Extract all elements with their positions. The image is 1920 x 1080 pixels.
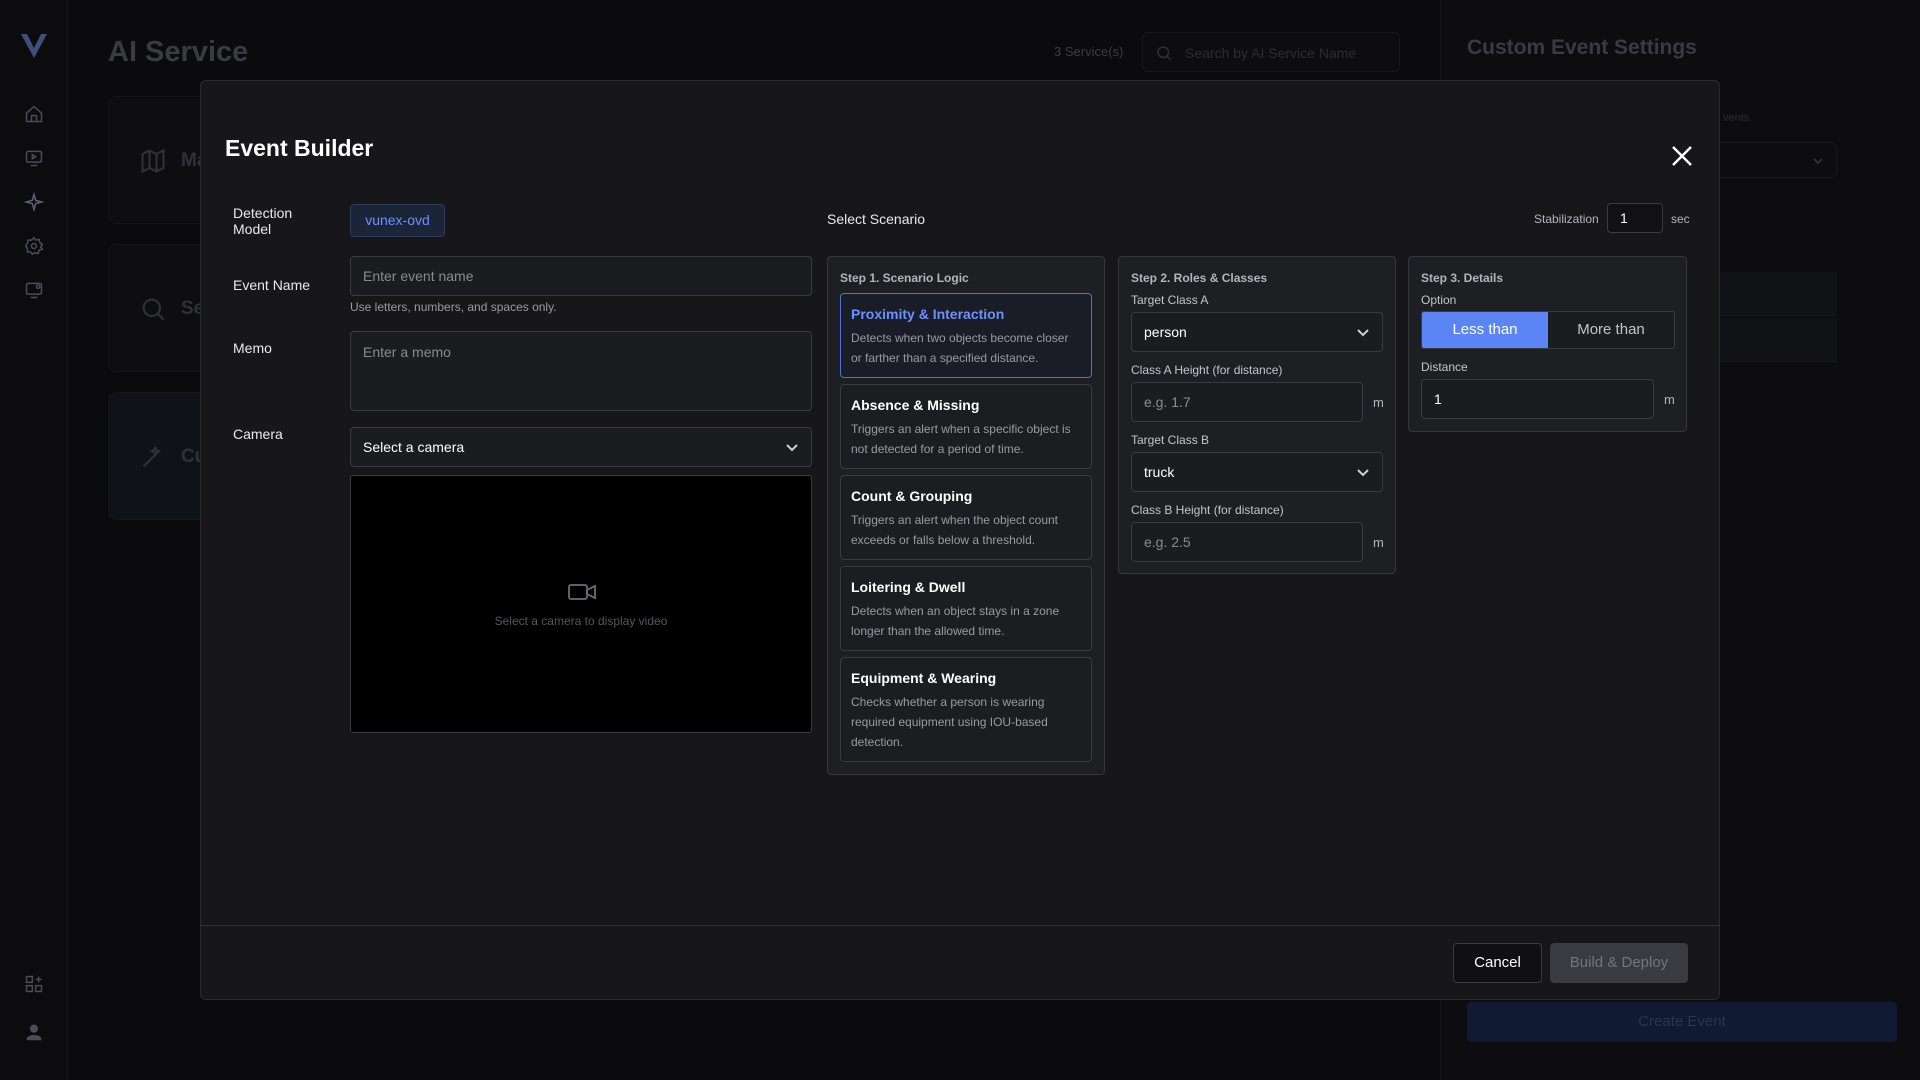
panel-title: Custom Event Settings — [1467, 36, 1697, 59]
chevron-down-icon — [1357, 469, 1369, 477]
magic-wand-icon — [139, 443, 167, 471]
scenario-title: Count & Grouping — [851, 488, 973, 504]
close-icon — [1672, 146, 1692, 166]
build-deploy-button[interactable]: Build & Deploy — [1550, 943, 1688, 983]
service-count: 3 Service(s) — [1054, 44, 1124, 59]
class-a-height-input[interactable] — [1131, 382, 1363, 422]
class-b-value: truck — [1144, 464, 1175, 480]
camera-select[interactable]: Select a camera — [350, 427, 812, 467]
step1-panel: Step 1. Scenario Logic Proximity & Inter… — [827, 256, 1105, 775]
class-b-label: Target Class B — [1131, 433, 1210, 447]
scenario-description: Triggers an alert when the object count … — [851, 513, 1059, 547]
step3-panel: Step 3. Details Option Less than More th… — [1408, 256, 1687, 432]
scenario-title: Proximity & Interaction — [851, 306, 1005, 322]
scenario-title: Loitering & Dwell — [851, 579, 966, 595]
scenario-count-card[interactable]: Count & Grouping Triggers an alert when … — [840, 475, 1092, 560]
step3-title: Step 3. Details — [1421, 271, 1504, 285]
stabilization-input[interactable] — [1607, 203, 1663, 233]
sidebar — [0, 0, 68, 1080]
scenario-description: Detects when two objects become closer o… — [851, 331, 1069, 365]
video-camera-icon — [568, 582, 596, 602]
class-b-select[interactable]: truck — [1131, 452, 1383, 492]
scenario-equipment-card[interactable]: Equipment & Wearing Checks whether a per… — [840, 657, 1092, 762]
camera-select-value: Select a camera — [363, 439, 465, 455]
class-b-height-input[interactable] — [1131, 522, 1363, 562]
distance-input[interactable] — [1421, 379, 1654, 419]
monitor-icon[interactable] — [22, 146, 46, 170]
scenario-title: Equipment & Wearing — [851, 670, 997, 686]
class-a-label: Target Class A — [1131, 293, 1209, 307]
search-icon — [139, 295, 167, 323]
scenario-description: Triggers an alert when a specific object… — [851, 422, 1071, 456]
scenario-absence-card[interactable]: Absence & Missing Triggers an alert when… — [840, 384, 1092, 469]
settings-icon[interactable] — [22, 234, 46, 258]
ai-sparkle-icon[interactable] — [22, 190, 46, 214]
page-title: AI Service — [108, 36, 249, 68]
detection-model-label: Detection Model — [233, 205, 293, 237]
modal-title: Event Builder — [225, 135, 374, 161]
event-builder-modal: Event Builder Detection Model vunex-ovd … — [200, 80, 1720, 1000]
memo-input[interactable] — [350, 331, 812, 411]
class-a-value: person — [1144, 324, 1187, 340]
service-search-input[interactable]: Search by AI Service Name — [1142, 32, 1400, 72]
create-event-button[interactable]: Create Event — [1467, 1002, 1897, 1042]
scenario-title: Absence & Missing — [851, 397, 980, 413]
memo-label: Memo — [233, 340, 272, 356]
class-a-height-label: Class A Height (for distance) — [1131, 363, 1283, 377]
class-a-height-unit: m — [1373, 395, 1384, 410]
close-button[interactable] — [1667, 141, 1697, 171]
class-b-height-unit: m — [1373, 535, 1384, 550]
scenario-proximity-card[interactable]: Proximity & Interaction Detects when two… — [840, 293, 1092, 378]
panel-hint: vents. — [1723, 112, 1753, 124]
display-settings-icon[interactable] — [22, 278, 46, 302]
event-name-hint: Use letters, numbers, and spaces only. — [350, 300, 557, 314]
stabilization-label: Stabilization — [1534, 212, 1599, 226]
search-icon — [1157, 46, 1172, 61]
option-label: Option — [1421, 293, 1457, 307]
class-a-select[interactable]: person — [1131, 312, 1383, 352]
event-name-input[interactable] — [350, 256, 812, 296]
option-toggle: Less than More than — [1421, 311, 1675, 349]
distance-unit: m — [1664, 392, 1675, 407]
chevron-down-icon — [1357, 329, 1369, 337]
camera-label: Camera — [233, 426, 283, 442]
video-placeholder-text: Select a camera to display video — [494, 614, 668, 628]
logo-icon — [18, 30, 50, 67]
cancel-button[interactable]: Cancel — [1453, 943, 1542, 983]
search-placeholder: Search by AI Service Name — [1185, 45, 1357, 61]
home-icon[interactable] — [22, 102, 46, 126]
option-less-than[interactable]: Less than — [1422, 312, 1548, 348]
distance-label: Distance — [1421, 360, 1468, 374]
map-icon — [139, 147, 167, 175]
step2-title: Step 2. Roles & Classes — [1131, 271, 1268, 285]
select-scenario-title: Select Scenario — [827, 211, 926, 227]
class-b-height-label: Class B Height (for distance) — [1131, 503, 1284, 517]
option-more-than[interactable]: More than — [1548, 312, 1674, 348]
event-name-label: Event Name — [233, 277, 311, 293]
step1-title: Step 1. Scenario Logic — [840, 271, 969, 285]
stabilization-unit: sec — [1671, 212, 1690, 226]
apps-icon[interactable] — [22, 972, 46, 996]
chevron-down-icon — [1813, 158, 1823, 165]
scenario-loitering-card[interactable]: Loitering & Dwell Detects when an object… — [840, 566, 1092, 651]
detection-model-badge: vunex-ovd — [350, 204, 445, 237]
step2-panel: Step 2. Roles & Classes Target Class A p… — [1118, 256, 1396, 574]
chevron-down-icon — [786, 444, 798, 452]
scenario-description: Detects when an object stays in a zone l… — [851, 604, 1060, 638]
video-preview: Select a camera to display video — [350, 475, 812, 733]
user-avatar-icon[interactable] — [22, 1020, 46, 1044]
scenario-description: Checks whether a person is wearing requi… — [851, 695, 1048, 749]
